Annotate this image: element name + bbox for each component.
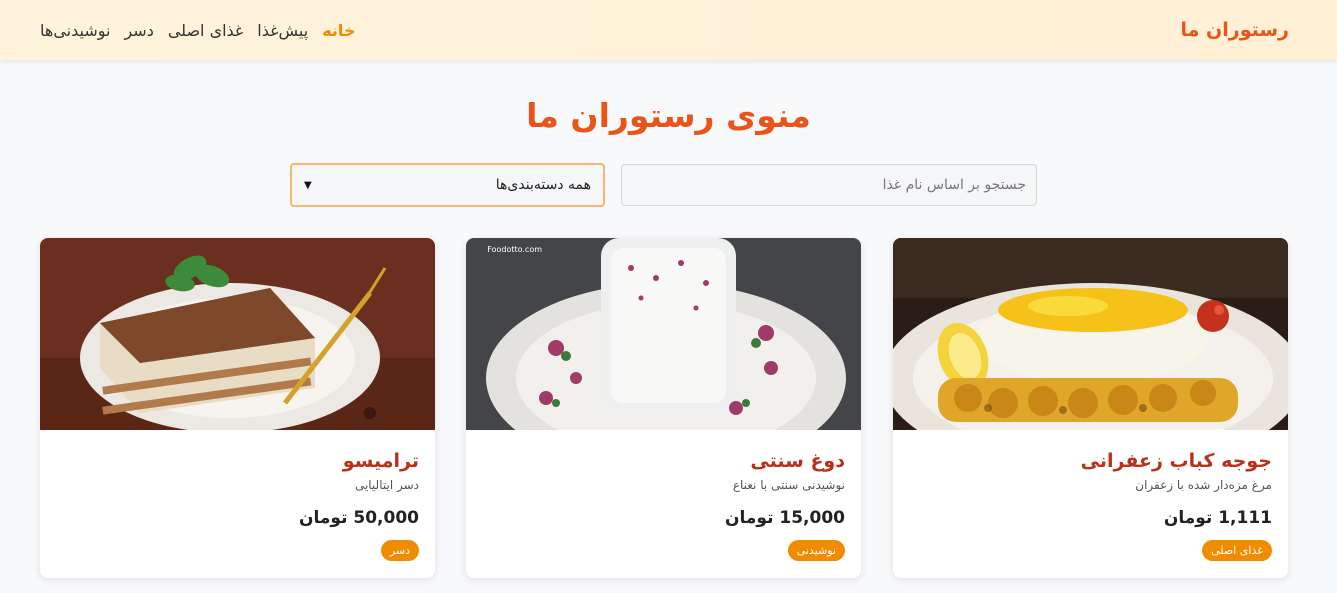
card-body: دوغ سنتی نوشیدنی سنتی با نعناع 15,000 تو… <box>466 430 861 561</box>
menu-cards: جوجه کباب زعفرانی مرغ مزه‌دار شده با زعف… <box>40 238 1288 578</box>
food-image-tiramisu <box>40 238 435 430</box>
page-title: منوی رستوران ما <box>526 96 811 135</box>
category-badge: دسر <box>380 540 419 561</box>
nav-link-desserts[interactable]: دسر <box>124 21 153 40</box>
nav-links: خانه پیش‌غذا غذای اصلی دسر نوشیدنی‌ها <box>40 21 355 40</box>
chevron-down-icon: ▼ <box>304 179 312 191</box>
card-price: 50,000 تومان <box>299 508 419 528</box>
food-image-doogh: Foodotto.com <box>466 238 861 430</box>
navbar: رستوران ما خانه پیش‌غذا غذای اصلی دسر نو… <box>0 0 1337 60</box>
card-description: مرغ مزه‌دار شده با زعفران <box>1135 478 1272 492</box>
nav-link-drinks[interactable]: نوشیدنی‌ها <box>40 21 110 40</box>
nav-link-home[interactable]: خانه <box>322 21 355 40</box>
card-title: ترامیسو <box>342 450 419 472</box>
card-title: دوغ سنتی <box>750 450 845 472</box>
card-title: جوجه کباب زعفرانی <box>1080 450 1272 472</box>
watermark-text: Foodotto.com <box>487 245 542 254</box>
menu-card[interactable]: ترامیسو دسر ایتالیایی 50,000 تومان دسر <box>40 238 435 578</box>
card-body: جوجه کباب زعفرانی مرغ مزه‌دار شده با زعف… <box>893 430 1288 561</box>
category-select-value: همه دسته‌بندی‌ها <box>495 177 591 193</box>
menu-card[interactable]: جوجه کباب زعفرانی مرغ مزه‌دار شده با زعف… <box>893 238 1288 578</box>
category-badge: غذای اصلی <box>1202 540 1272 561</box>
category-select[interactable]: همه دسته‌بندی‌ها ▼ <box>290 163 605 207</box>
brand-logo-text[interactable]: رستوران ما <box>1181 19 1289 41</box>
card-body: ترامیسو دسر ایتالیایی 50,000 تومان دسر <box>40 430 435 561</box>
card-price: 15,000 تومان <box>725 508 845 528</box>
nav-link-main-course[interactable]: غذای اصلی <box>168 21 243 40</box>
card-description: دسر ایتالیایی <box>354 478 419 492</box>
filter-bar: همه دسته‌بندی‌ها ▼ <box>290 163 1037 207</box>
card-price: 1,111 تومان <box>1163 508 1272 528</box>
nav-link-appetizers[interactable]: پیش‌غذا <box>257 21 308 40</box>
menu-card[interactable]: Foodotto.com دوغ سنتی نوشیدنی سنتی با نع… <box>466 238 861 578</box>
food-image-joojeh-kabab <box>893 238 1288 430</box>
category-badge: نوشیدنی <box>787 540 845 561</box>
search-input[interactable] <box>621 164 1037 206</box>
card-description: نوشیدنی سنتی با نعناع <box>732 478 845 492</box>
